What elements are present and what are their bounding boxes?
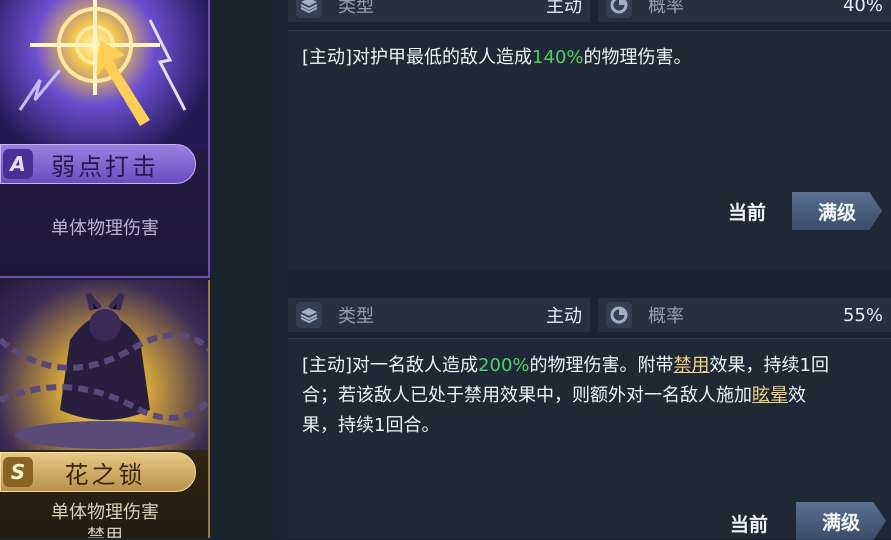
keyword-disable[interactable]: 禁用 [674, 355, 710, 376]
pie-chart-icon [606, 0, 632, 18]
type-label: 类型 [338, 0, 374, 17]
grade-badge: S [3, 457, 33, 487]
skill-card[interactable]: S 花之锁 单体物理伤害 禁用 [0, 280, 210, 538]
type-value: 主动 [546, 306, 582, 327]
skill-description: [主动]对一名敌人造成200%的物理伤害。附带禁用效果，持续1回 合；若该敌人已处… [302, 355, 829, 436]
skill-art [0, 0, 208, 150]
keyword-stun[interactable]: 眩晕 [752, 385, 788, 406]
type-cell: 类型 主动 [288, 298, 590, 332]
pie-chart-icon [606, 302, 632, 328]
level-current-tab[interactable]: 当前 [730, 510, 768, 537]
type-value: 主动 [546, 0, 582, 17]
rate-cell: 概率 55% [598, 298, 891, 332]
level-max-button[interactable]: 满级 [796, 502, 886, 540]
skill-subtitle: 单体物理伤害 [51, 218, 159, 239]
skill-subtitle: 单体物理伤害 [51, 502, 159, 523]
skill-name: 花之锁 [64, 460, 146, 489]
skill-name-bar: S 花之锁 [0, 452, 196, 492]
skill-entry-1: A 弱点打击 单体物理伤害 类型 主动 概率 40% [主动]对护甲最低的敌人造… [0, 0, 891, 278]
skill-description-panel: [主动]对护甲最低的敌人造成140%的物理伤害。 [288, 30, 891, 270]
rate-value: 55% [842, 304, 883, 326]
skill-tag: 禁用 [87, 526, 123, 538]
layers-icon [296, 302, 322, 328]
skill-entry-2: S 花之锁 单体物理伤害 禁用 类型 主动 概率 55% [主动]对一名敌人造成… [0, 280, 891, 540]
level-current-tab[interactable]: 当前 [728, 198, 766, 225]
rate-cell: 概率 40% [598, 0, 891, 22]
skill-art [0, 280, 208, 450]
skill-card[interactable]: A 弱点打击 单体物理伤害 [0, 0, 210, 278]
skill-name: 弱点打击 [51, 152, 159, 181]
damage-percent: 200% [478, 355, 530, 376]
skill-name-bar: A 弱点打击 [0, 144, 196, 184]
rate-label: 概率 [648, 306, 684, 327]
layers-icon [296, 0, 322, 18]
skill-info-row: 类型 主动 概率 40% [288, 0, 891, 22]
type-cell: 类型 主动 [288, 0, 590, 22]
damage-percent: 140% [532, 47, 584, 68]
grade-badge: A [3, 149, 33, 179]
level-max-button[interactable]: 满级 [792, 192, 882, 230]
type-label: 类型 [338, 306, 374, 327]
skill-description: [主动]对护甲最低的敌人造成140%的物理伤害。 [302, 47, 692, 68]
rate-value: 40% [842, 0, 883, 16]
skill-info-row: 类型 主动 概率 55% [288, 298, 891, 332]
rate-label: 概率 [648, 0, 684, 17]
